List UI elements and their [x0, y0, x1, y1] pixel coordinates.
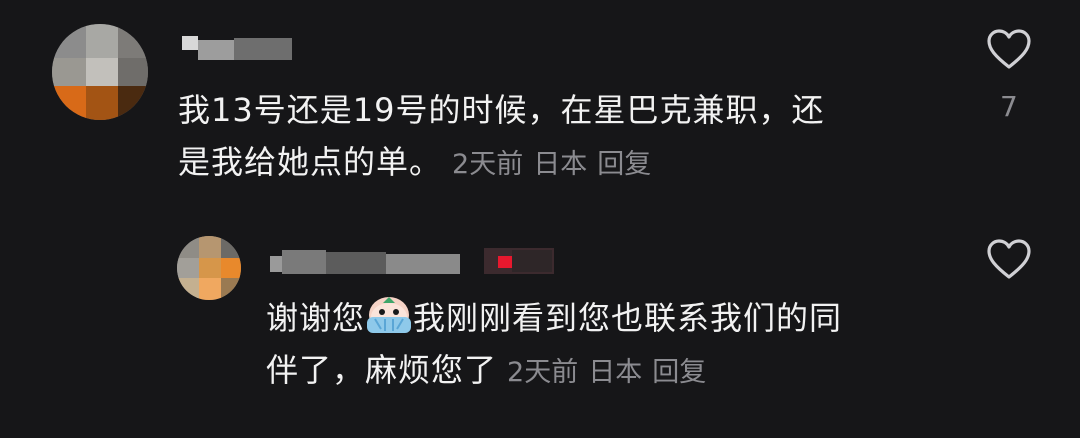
comment-time: 2天前: [507, 357, 579, 388]
reply-button[interactable]: 回复: [597, 149, 651, 180]
avatar[interactable]: [52, 24, 148, 120]
comment-line-2-text: 伴了，麻烦您了: [266, 351, 498, 389]
redaction-block: [326, 252, 386, 274]
redaction-block: [282, 250, 326, 274]
comment-text: 我13号还是19号的时候，在星巴克兼职，还 是我给她点的单。 2天前 日本 回复: [178, 84, 958, 191]
avatar-pixel: [86, 58, 118, 86]
avatar[interactable]: [177, 236, 241, 300]
avatar-pixel: [199, 236, 221, 258]
redaction-block: [198, 40, 234, 60]
comment-text: 谢谢您 我刚刚看到您也联系我们的同 伴了，麻烦您了 2天前 日本 回复: [266, 292, 956, 399]
redaction-block: [182, 36, 198, 50]
redaction-block: [270, 256, 282, 272]
comment-line-1: 我13号还是19号的时候，在星巴克兼职，还: [178, 91, 825, 129]
redaction-block: [234, 38, 292, 60]
comment-time: 2天前: [452, 149, 524, 180]
avatar-pixel: [199, 278, 221, 300]
comment-location: 日本: [533, 149, 588, 180]
avatar-pixel: [221, 236, 241, 258]
username-redacted[interactable]: [182, 34, 292, 60]
redaction-block: [498, 256, 512, 268]
comment-line-2: 是我给她点的单。 2天前 日本 回复: [178, 136, 958, 191]
redaction-block: [512, 250, 552, 272]
comment-line-2: 伴了，麻烦您了 2天前 日本 回复: [266, 344, 956, 399]
avatar-pixel: [199, 258, 221, 278]
avatar-pixel: [86, 24, 118, 58]
avatar-pixel: [52, 86, 86, 120]
like-count: 7: [1000, 90, 1018, 123]
username-redacted[interactable]: [270, 248, 560, 274]
avatar-pixel: [52, 24, 86, 58]
comment-meta: 2天前 日本 回复: [452, 149, 661, 180]
comment-text-after-emoji: 我刚刚看到您也联系我们的同: [413, 299, 843, 337]
avatar-pixel: [52, 58, 86, 86]
avatar-pixel: [177, 278, 199, 300]
avatar-pixel: [177, 258, 199, 278]
comment-meta: 2天前 日本 回复: [507, 357, 716, 388]
avatar-pixel: [118, 86, 148, 120]
comment-line-1: 谢谢您 我刚刚看到您也联系我们的同: [266, 292, 956, 344]
comment-text-before-emoji: 谢谢您: [266, 299, 366, 337]
reply-button[interactable]: 回复: [652, 357, 706, 388]
avatar-pixel: [118, 24, 148, 58]
avatar-pixel: [221, 278, 241, 300]
avatar-pixel: [118, 58, 148, 86]
avatar-pixel: [221, 258, 241, 278]
avatar-pixel: [177, 236, 199, 258]
comment-line-2-text: 是我给她点的单。: [178, 143, 443, 181]
redaction-block: [386, 254, 460, 274]
heart-outline-icon[interactable]: [986, 28, 1032, 70]
avatar-pixel: [86, 86, 118, 120]
heart-outline-icon[interactable]: [986, 238, 1032, 280]
comment-location: 日本: [588, 357, 643, 388]
crying-face-emoji-icon: [367, 297, 412, 333]
